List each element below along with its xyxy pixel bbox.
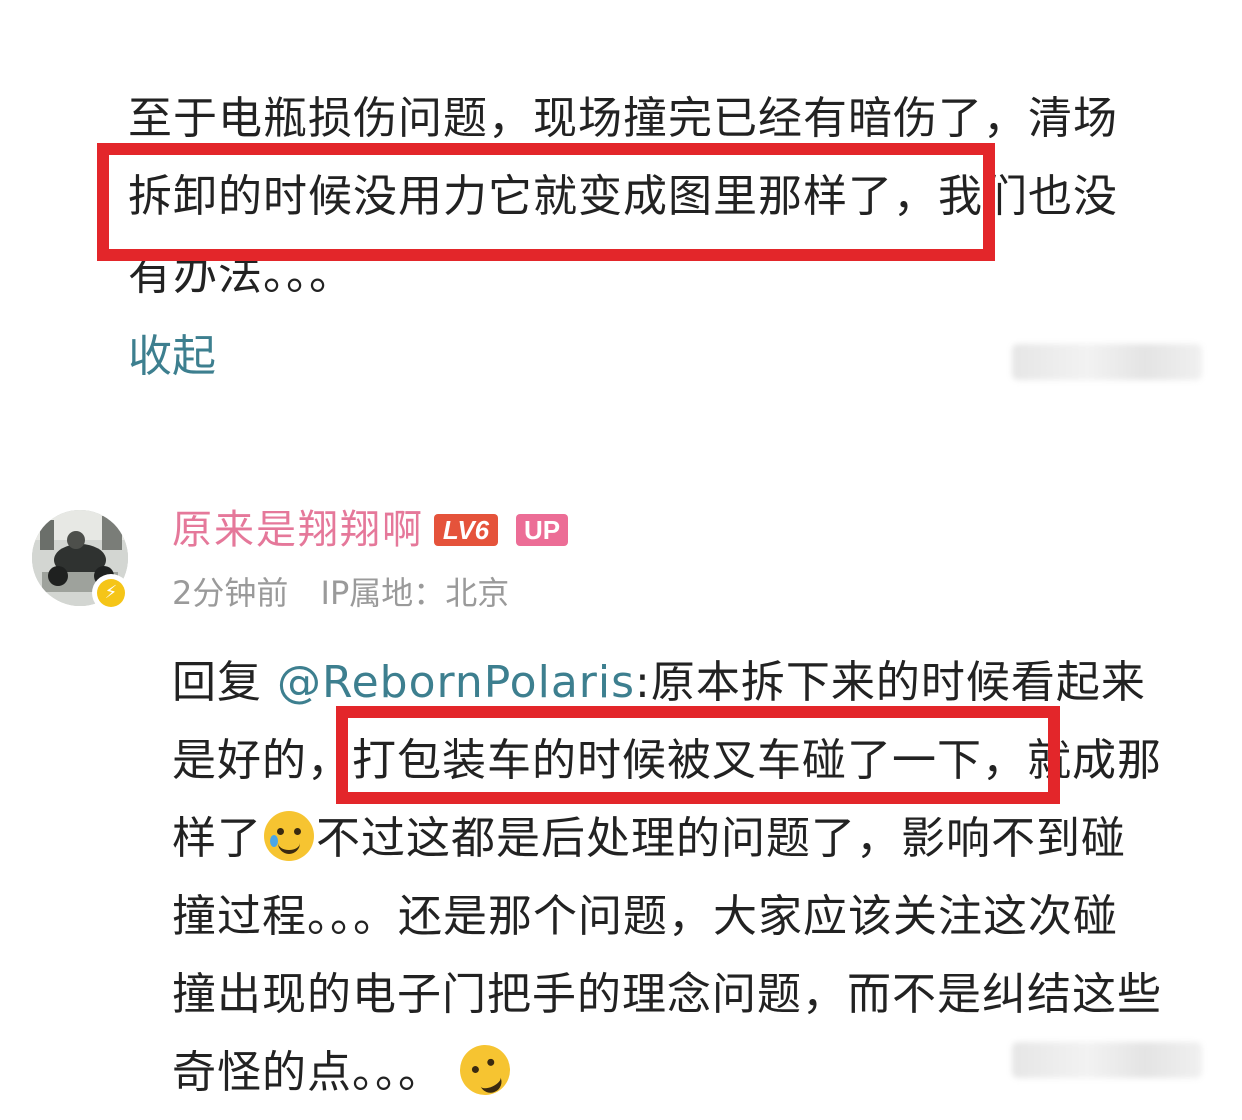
- rolling-laughing-emoji-icon: [451, 1036, 519, 1104]
- mention-link[interactable]: @RebornPolaris: [277, 657, 635, 708]
- reply-ip-location: IP属地：北京: [320, 574, 510, 612]
- reply-line-3b: 不过这都是后处理的问题了，影响不到碰: [316, 813, 1126, 864]
- reply-line-1: 回复 @RebornPolaris:原本拆下来的时候看起来: [172, 644, 1162, 722]
- reply-meta: 2分钟前 IP属地：北京: [172, 568, 531, 618]
- comment-line-1: 至于电瓶损伤问题，现场撞完已经有暗伤了，清场: [128, 93, 1118, 144]
- blurred-watermark-1: [1012, 344, 1202, 380]
- verified-badge-icon: ⚡: [92, 574, 130, 612]
- comment-text: 至于电瓶损伤问题，现场撞完已经有暗伤了，清场 拆卸的时候没用力它就变成图里那样了…: [128, 80, 1118, 314]
- reply-line-2: 是好的，打包装车的时候被叉车碰了一下，就成那: [172, 735, 1162, 786]
- reply-username[interactable]: 原来是翔翔啊: [172, 500, 424, 560]
- crying-smile-emoji-icon: [264, 811, 314, 861]
- comment-line-3: 有办法。。。: [128, 249, 354, 300]
- reply-line-1-text: :原本拆下来的时候看起来: [635, 657, 1146, 708]
- level-badge: LV6: [434, 514, 498, 546]
- reply-line-3a: 样了: [172, 813, 262, 864]
- reply-text: 回复 @RebornPolaris:原本拆下来的时候看起来 是好的，打包装车的时…: [172, 644, 1162, 1112]
- reply-line-4: 撞过程。。。还是那个问题，大家应该关注这次碰: [172, 891, 1118, 942]
- reply-time: 2分钟前: [172, 574, 289, 612]
- reply-prefix: 回复: [172, 657, 262, 708]
- reply-line-6-text: 奇怪的点。。。: [172, 1047, 443, 1098]
- blurred-watermark-2: [1012, 1042, 1202, 1078]
- reply-line-3: 样了 不过这都是后处理的问题了，影响不到碰: [172, 800, 1162, 878]
- reply-line-5: 撞出现的电子门把手的理念问题，而不是纠结这些: [172, 969, 1162, 1020]
- comment-line-2: 拆卸的时候没用力它就变成图里那样了，我们也没: [128, 171, 1118, 222]
- up-badge: UP: [516, 514, 568, 546]
- collapse-link[interactable]: 收起: [128, 322, 216, 392]
